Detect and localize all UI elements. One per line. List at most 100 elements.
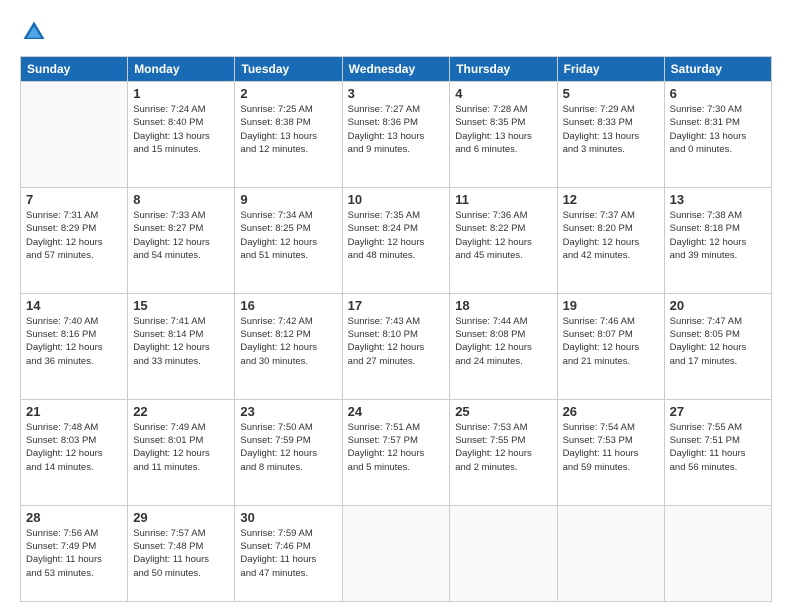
day-number: 26	[563, 404, 659, 419]
day-info: Sunrise: 7:51 AMSunset: 7:57 PMDaylight:…	[348, 421, 445, 474]
day-info: Sunrise: 7:35 AMSunset: 8:24 PMDaylight:…	[348, 209, 445, 262]
day-cell: 12 Sunrise: 7:37 AMSunset: 8:20 PMDayligh…	[557, 187, 664, 293]
day-number: 12	[563, 192, 659, 207]
day-info: Sunrise: 7:41 AMSunset: 8:14 PMDaylight:…	[133, 315, 229, 368]
day-number: 27	[670, 404, 766, 419]
day-info: Sunrise: 7:48 AMSunset: 8:03 PMDaylight:…	[26, 421, 122, 474]
day-info: Sunrise: 7:31 AMSunset: 8:29 PMDaylight:…	[26, 209, 122, 262]
day-number: 5	[563, 86, 659, 101]
day-cell: 13 Sunrise: 7:38 AMSunset: 8:18 PMDayligh…	[664, 187, 771, 293]
day-cell: 4Sunrise: 7:28 AMSunset: 8:35 PMDaylight…	[450, 82, 557, 188]
day-number: 2	[240, 86, 336, 101]
page: SundayMondayTuesdayWednesdayThursdayFrid…	[0, 0, 792, 612]
day-number: 25	[455, 404, 551, 419]
day-cell: 22 Sunrise: 7:49 AMSunset: 8:01 PMDayligh…	[128, 399, 235, 505]
day-number: 6	[670, 86, 766, 101]
day-header-monday: Monday	[128, 57, 235, 82]
day-info: Sunrise: 7:42 AMSunset: 8:12 PMDaylight:…	[240, 315, 336, 368]
header	[20, 18, 772, 46]
day-cell: 3 Sunrise: 7:27 AMSunset: 8:36 PMDaylight…	[342, 82, 450, 188]
day-header-wednesday: Wednesday	[342, 57, 450, 82]
day-number: 24	[348, 404, 445, 419]
day-cell	[21, 82, 128, 188]
day-cell	[342, 505, 450, 601]
day-info: Sunrise: 7:56 AMSunset: 7:49 PMDaylight:…	[26, 527, 122, 580]
day-number: 29	[133, 510, 229, 525]
day-info: Sunrise: 7:59 AMSunset: 7:46 PMDaylight:…	[240, 527, 336, 580]
day-number: 15	[133, 298, 229, 313]
day-info: Sunrise: 7:38 AMSunset: 8:18 PMDaylight:…	[670, 209, 766, 262]
day-cell: 18 Sunrise: 7:44 AMSunset: 8:08 PMDayligh…	[450, 293, 557, 399]
week-row-1: 7Sunrise: 7:31 AMSunset: 8:29 PMDaylight…	[21, 187, 772, 293]
day-cell: 30 Sunrise: 7:59 AMSunset: 7:46 PMDayligh…	[235, 505, 342, 601]
day-number: 9	[240, 192, 336, 207]
day-cell: 5 Sunrise: 7:29 AMSunset: 8:33 PMDaylight…	[557, 82, 664, 188]
calendar: SundayMondayTuesdayWednesdayThursdayFrid…	[20, 56, 772, 602]
day-cell: 19 Sunrise: 7:46 AMSunset: 8:07 PMDayligh…	[557, 293, 664, 399]
day-cell: 15 Sunrise: 7:41 AMSunset: 8:14 PMDayligh…	[128, 293, 235, 399]
day-info: Sunrise: 7:54 AMSunset: 7:53 PMDaylight:…	[563, 421, 659, 474]
day-cell: 25 Sunrise: 7:53 AMSunset: 7:55 PMDayligh…	[450, 399, 557, 505]
day-info: Sunrise: 7:44 AMSunset: 8:08 PMDaylight:…	[455, 315, 551, 368]
day-cell	[664, 505, 771, 601]
day-cell: 6 Sunrise: 7:30 AMSunset: 8:31 PMDaylight…	[664, 82, 771, 188]
day-cell: 1Sunrise: 7:24 AMSunset: 8:40 PMDaylight…	[128, 82, 235, 188]
week-row-2: 14 Sunrise: 7:40 AMSunset: 8:16 PMDayligh…	[21, 293, 772, 399]
day-cell: 28 Sunrise: 7:56 AMSunset: 7:49 PMDayligh…	[21, 505, 128, 601]
day-cell: 11 Sunrise: 7:36 AMSunset: 8:22 PMDayligh…	[450, 187, 557, 293]
day-header-thursday: Thursday	[450, 57, 557, 82]
day-cell: 16 Sunrise: 7:42 AMSunset: 8:12 PMDayligh…	[235, 293, 342, 399]
day-number: 16	[240, 298, 336, 313]
day-cell: 9 Sunrise: 7:34 AMSunset: 8:25 PMDaylight…	[235, 187, 342, 293]
day-info: Sunrise: 7:30 AMSunset: 8:31 PMDaylight:…	[670, 103, 766, 156]
day-info: Sunrise: 7:50 AMSunset: 7:59 PMDaylight:…	[240, 421, 336, 474]
day-number: 30	[240, 510, 336, 525]
day-number: 13	[670, 192, 766, 207]
day-number: 21	[26, 404, 122, 419]
day-number: 19	[563, 298, 659, 313]
day-cell: 27Sunrise: 7:55 AMSunset: 7:51 PMDayligh…	[664, 399, 771, 505]
day-cell: 14 Sunrise: 7:40 AMSunset: 8:16 PMDayligh…	[21, 293, 128, 399]
day-cell: 24 Sunrise: 7:51 AMSunset: 7:57 PMDayligh…	[342, 399, 450, 505]
day-info: Sunrise: 7:34 AMSunset: 8:25 PMDaylight:…	[240, 209, 336, 262]
day-cell: 29 Sunrise: 7:57 AMSunset: 7:48 PMDayligh…	[128, 505, 235, 601]
week-row-0: 1Sunrise: 7:24 AMSunset: 8:40 PMDaylight…	[21, 82, 772, 188]
day-cell: 23 Sunrise: 7:50 AMSunset: 7:59 PMDayligh…	[235, 399, 342, 505]
day-cell: 17Sunrise: 7:43 AMSunset: 8:10 PMDayligh…	[342, 293, 450, 399]
day-info: Sunrise: 7:36 AMSunset: 8:22 PMDaylight:…	[455, 209, 551, 262]
day-header-saturday: Saturday	[664, 57, 771, 82]
day-header-sunday: Sunday	[21, 57, 128, 82]
day-cell: 21 Sunrise: 7:48 AMSunset: 8:03 PMDayligh…	[21, 399, 128, 505]
week-row-4: 28 Sunrise: 7:56 AMSunset: 7:49 PMDayligh…	[21, 505, 772, 601]
day-info: Sunrise: 7:29 AMSunset: 8:33 PMDaylight:…	[563, 103, 659, 156]
day-number: 20	[670, 298, 766, 313]
day-number: 23	[240, 404, 336, 419]
day-number: 17	[348, 298, 445, 313]
day-cell: 26 Sunrise: 7:54 AMSunset: 7:53 PMDayligh…	[557, 399, 664, 505]
day-number: 22	[133, 404, 229, 419]
day-info: Sunrise: 7:40 AMSunset: 8:16 PMDaylight:…	[26, 315, 122, 368]
day-info: Sunrise: 7:46 AMSunset: 8:07 PMDaylight:…	[563, 315, 659, 368]
day-info: Sunrise: 7:49 AMSunset: 8:01 PMDaylight:…	[133, 421, 229, 474]
week-row-3: 21 Sunrise: 7:48 AMSunset: 8:03 PMDayligh…	[21, 399, 772, 505]
logo	[20, 18, 52, 46]
day-info: Sunrise: 7:53 AMSunset: 7:55 PMDaylight:…	[455, 421, 551, 474]
day-number: 28	[26, 510, 122, 525]
day-cell	[450, 505, 557, 601]
day-info: Sunrise: 7:24 AMSunset: 8:40 PMDaylight:…	[133, 103, 229, 156]
day-cell: 20Sunrise: 7:47 AMSunset: 8:05 PMDayligh…	[664, 293, 771, 399]
day-number: 11	[455, 192, 551, 207]
day-number: 3	[348, 86, 445, 101]
day-number: 18	[455, 298, 551, 313]
day-cell: 8Sunrise: 7:33 AMSunset: 8:27 PMDaylight…	[128, 187, 235, 293]
day-number: 14	[26, 298, 122, 313]
day-cell: 2 Sunrise: 7:25 AMSunset: 8:38 PMDaylight…	[235, 82, 342, 188]
day-header-friday: Friday	[557, 57, 664, 82]
day-info: Sunrise: 7:57 AMSunset: 7:48 PMDaylight:…	[133, 527, 229, 580]
day-info: Sunrise: 7:25 AMSunset: 8:38 PMDaylight:…	[240, 103, 336, 156]
day-cell: 10Sunrise: 7:35 AMSunset: 8:24 PMDayligh…	[342, 187, 450, 293]
day-cell: 7Sunrise: 7:31 AMSunset: 8:29 PMDaylight…	[21, 187, 128, 293]
day-info: Sunrise: 7:27 AMSunset: 8:36 PMDaylight:…	[348, 103, 445, 156]
day-info: Sunrise: 7:37 AMSunset: 8:20 PMDaylight:…	[563, 209, 659, 262]
day-info: Sunrise: 7:33 AMSunset: 8:27 PMDaylight:…	[133, 209, 229, 262]
